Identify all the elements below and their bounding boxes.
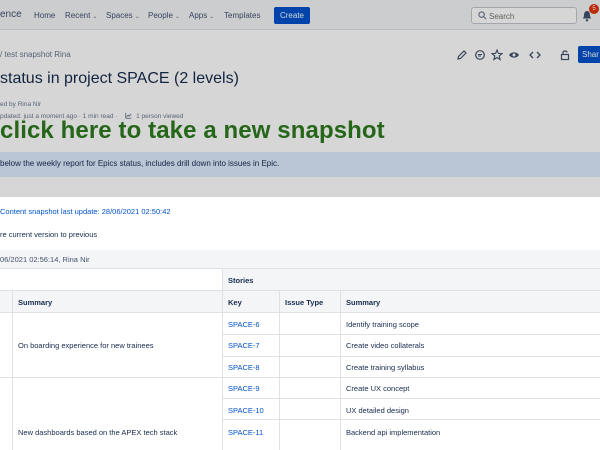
column-header-epic-summary: Summary (18, 298, 53, 307)
edit-pencil-icon[interactable] (456, 49, 468, 61)
version-info-text: 06/2021 02:56:14, Rina Nir (0, 255, 90, 264)
story-summary: UX detailed design (346, 406, 409, 415)
nav-people-label: People (148, 11, 173, 20)
nav-templates-label: Templates (224, 11, 261, 20)
stories-group-header: Stories (228, 276, 254, 285)
nav-apps-label: Apps (189, 11, 208, 20)
epics-table: Stories Summary Key Issue Type Summary O… (0, 268, 600, 450)
story-key-link[interactable]: SPACE-11 (228, 428, 263, 437)
compare-versions-text[interactable]: re current version to previous (0, 230, 97, 239)
info-panel-text: below the weekly report for Epics status… (0, 159, 280, 168)
star-icon[interactable] (491, 49, 503, 61)
story-summary: Create training syllabus (346, 363, 425, 372)
nav-people[interactable]: People ⌄ (148, 11, 180, 20)
story-key-link[interactable]: SPACE-9 (228, 384, 260, 393)
create-button[interactable]: Create (274, 7, 310, 24)
nav-home[interactable]: Home (34, 11, 55, 20)
byline-created: ed by Rina Nir (0, 101, 42, 108)
row-divider (0, 377, 600, 378)
column-divider (340, 290, 341, 450)
story-key-link[interactable]: SPACE-7 (228, 341, 260, 350)
story-key-link[interactable]: SPACE-6 (228, 320, 260, 329)
nav-recent[interactable]: Recent ⌄ (65, 11, 97, 20)
search-box[interactable] (471, 7, 577, 24)
top-nav: ence Home Recent ⌄ Spaces ⌄ People ⌄ Apps ⌄ … (0, 0, 600, 30)
version-info-bar: 06/2021 02:56:14, Rina Nir (0, 250, 600, 268)
nav-templates[interactable]: Templates (224, 11, 260, 20)
epic-summary: On boarding experience for new trainees (18, 341, 154, 350)
column-header-key: Key (228, 298, 242, 307)
comment-icon[interactable] (474, 49, 486, 61)
breadcrumb[interactable]: / test snapshot Rina (0, 50, 71, 59)
chevron-down-icon: ⌄ (134, 14, 140, 20)
page-title: status in project SPACE (2 levels) (0, 70, 239, 87)
column-divider (279, 290, 280, 450)
row-divider (0, 290, 600, 291)
stories-group-header-bg (222, 268, 600, 290)
nav-home-label: Home (34, 11, 56, 20)
notification-count-badge: 5 (589, 4, 599, 14)
search-icon (478, 11, 487, 20)
row-divider (0, 268, 600, 269)
column-divider (222, 268, 223, 450)
story-summary: Create UX concept (346, 384, 410, 393)
chevron-down-icon: ⌄ (174, 14, 180, 20)
story-summary: Identify training scope (346, 320, 419, 329)
nav-recent-label: Recent (65, 11, 91, 20)
take-snapshot-cta[interactable]: click here to take a new snapshot (0, 117, 385, 145)
story-summary: Backend api implementation (346, 428, 441, 437)
story-summary: Create video collaterals (346, 341, 425, 350)
chevron-down-icon: ⌄ (209, 14, 215, 20)
story-key-link[interactable]: SPACE-8 (228, 363, 260, 372)
column-header-story-summary: Summary (346, 298, 381, 307)
watch-eye-icon[interactable] (508, 49, 520, 61)
app-logo-text[interactable]: ence (0, 9, 22, 20)
column-header-issue-type: Issue Type (285, 298, 324, 307)
nav-spaces-label: Spaces (106, 11, 133, 20)
chevron-down-icon: ⌄ (92, 14, 98, 20)
column-divider (12, 290, 13, 450)
snapshot-update-link[interactable]: Content snapshot last update: 28/06/2021… (0, 207, 171, 216)
embed-code-icon[interactable] (529, 49, 541, 61)
row-divider (0, 312, 600, 313)
info-panel: below the weekly report for Epics status… (0, 152, 600, 177)
nav-apps[interactable]: Apps ⌄ (189, 11, 214, 20)
share-button[interactable]: Shar (578, 46, 600, 63)
epic-summary: New dashboards based on the APEX tech st… (18, 428, 178, 437)
search-input[interactable] (489, 10, 573, 22)
story-key-link[interactable]: SPACE-10 (228, 406, 264, 415)
nav-spaces[interactable]: Spaces ⌄ (106, 11, 140, 20)
restrictions-lock-icon[interactable] (559, 49, 571, 61)
